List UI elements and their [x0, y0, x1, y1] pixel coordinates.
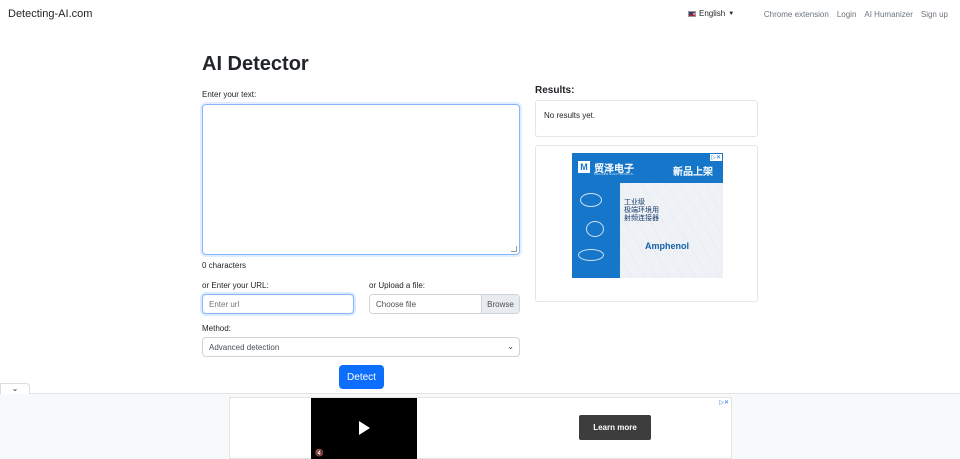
us-flag-icon: [688, 10, 696, 17]
nav-links: Chrome extension Login AI Humanizer Sign…: [764, 10, 948, 19]
ad-illustration-panel: [572, 183, 620, 278]
ad-product-lines: 工业级 极端环境用 射频连接器: [624, 199, 659, 223]
method-selected-value: Advanced detection: [209, 343, 280, 352]
ad-line-1: 工业级: [624, 199, 645, 206]
collapse-ad-chevron-icon[interactable]: ⌄: [0, 383, 30, 394]
file-choose-text[interactable]: Choose file: [370, 295, 481, 313]
text-input-area[interactable]: [202, 104, 520, 255]
character-count: 0 characters: [202, 261, 247, 270]
text-input-label: Enter your text:: [202, 90, 257, 99]
results-card: No results yet.: [535, 100, 758, 137]
url-input[interactable]: [202, 294, 354, 314]
side-ad-card: M 贸泽电子 MOUSER ELECTRONICS 新品上架 ▷✕ 工业级 极端…: [535, 145, 758, 302]
ad-advertiser-name: Amphenol: [645, 241, 689, 251]
method-label: Method:: [202, 324, 231, 333]
mute-icon[interactable]: 🔇: [315, 449, 324, 457]
language-label: English: [699, 9, 726, 18]
bottom-ad-unit[interactable]: 🔇 Learn more ▷✕: [229, 397, 732, 459]
antenna-sketch-icon: [586, 221, 604, 237]
results-empty-text: No results yet.: [544, 111, 596, 120]
file-browse-button[interactable]: Browse: [481, 295, 519, 313]
ad-choices-icon[interactable]: ▷✕: [719, 399, 729, 406]
ad-brand-subtitle: MOUSER ELECTRONICS: [594, 172, 633, 176]
ad-close-icon[interactable]: ▷✕: [710, 154, 722, 161]
learn-more-button[interactable]: Learn more: [579, 415, 651, 440]
ad-line-2: 极端环境用: [624, 207, 659, 214]
site-brand[interactable]: Detecting-AI.com: [8, 8, 92, 20]
results-title: Results:: [535, 85, 575, 96]
method-select[interactable]: Advanced detection ⌄: [202, 337, 520, 357]
resize-grip-icon[interactable]: [511, 246, 517, 252]
file-upload-input[interactable]: Choose file Browse: [369, 294, 520, 314]
play-icon[interactable]: [359, 421, 370, 435]
ad-badge-text: 新品上架: [673, 167, 713, 178]
language-selector[interactable]: English ▼: [688, 9, 734, 18]
hex-pattern-background: [620, 183, 723, 278]
ad-header-strip: M 贸泽电子 MOUSER ELECTRONICS 新品上架: [572, 153, 723, 183]
upload-label: or Upload a file:: [369, 281, 426, 290]
nav-link-login[interactable]: Login: [837, 10, 857, 19]
mouser-logo-icon: M: [578, 161, 590, 173]
aircraft-sketch-icon: [578, 249, 604, 261]
nav-link-chrome-extension[interactable]: Chrome extension: [764, 10, 829, 19]
ad-line-3: 射频连接器: [624, 215, 659, 222]
side-ad-banner[interactable]: M 贸泽电子 MOUSER ELECTRONICS 新品上架 ▷✕ 工业级 极端…: [572, 153, 723, 278]
chevron-down-icon: ⌄: [507, 342, 514, 351]
nav-link-ai-humanizer[interactable]: AI Humanizer: [864, 10, 912, 19]
page-title: AI Detector: [202, 53, 309, 75]
ad-video-player[interactable]: 🔇: [311, 398, 417, 459]
detect-button[interactable]: Detect: [339, 365, 384, 389]
caret-down-icon: ▼: [728, 10, 735, 17]
nav-link-sign-up[interactable]: Sign up: [921, 10, 948, 19]
url-label: or Enter your URL:: [202, 281, 269, 290]
satellite-sketch-icon: [580, 193, 602, 207]
